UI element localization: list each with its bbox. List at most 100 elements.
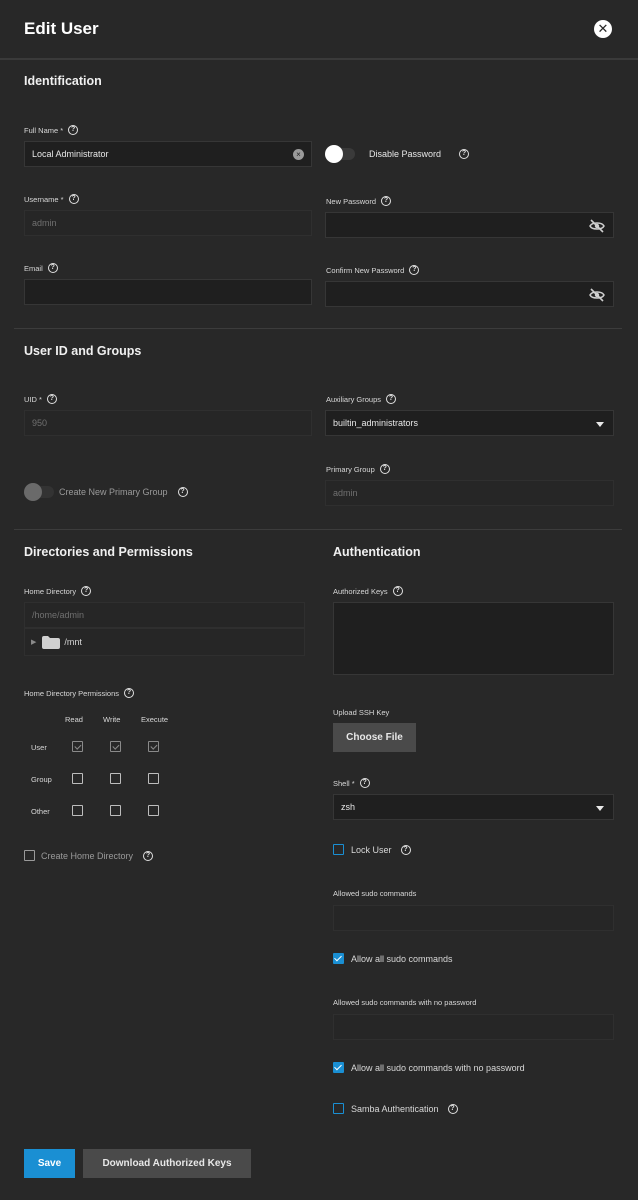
help-icon[interactable]: ? <box>400 844 411 855</box>
help-icon[interactable]: ? <box>359 778 370 788</box>
primary-group-value: admin <box>333 488 358 498</box>
shell-label: Shell *? <box>333 778 370 788</box>
new-password-label: New Password? <box>326 196 392 206</box>
perm-group-execute-checkbox[interactable] <box>148 773 159 784</box>
lock-user-checkbox-row[interactable]: Lock User ? <box>333 844 411 855</box>
toggle-track[interactable] <box>325 145 355 163</box>
new-password-input[interactable] <box>325 212 614 238</box>
save-button[interactable]: Save <box>24 1149 75 1178</box>
help-icon[interactable]: ? <box>379 464 390 474</box>
dialog-title: Edit User <box>24 19 99 38</box>
perm-column-write: Write <box>103 715 121 724</box>
section-title-identification: Identification <box>24 74 102 88</box>
eye-off-icon[interactable] <box>589 288 605 302</box>
toggle-knob <box>325 145 343 163</box>
confirm-password-input[interactable] <box>325 281 614 307</box>
username-input: admin <box>24 210 312 236</box>
sudo-nopass-input <box>333 1014 614 1040</box>
disable-password-toggle[interactable]: Disable Password ? <box>325 145 470 163</box>
create-primary-group-toggle[interactable]: Create New Primary Group ? <box>24 483 188 501</box>
sudo-commands-input <box>333 905 614 931</box>
help-icon[interactable]: ? <box>47 263 58 273</box>
home-dir-input[interactable]: /home/admin <box>24 602 305 628</box>
samba-auth-label: Samba Authentication <box>351 1103 439 1114</box>
download-keys-button[interactable]: Download Authorized Keys <box>83 1149 251 1178</box>
create-home-dir-label: Create Home Directory <box>41 850 134 861</box>
sudo-nopass-label: Allowed sudo commands with no password <box>333 998 477 1007</box>
sudo-commands-label: Allowed sudo commands <box>333 889 417 898</box>
allow-all-sudo-checkbox[interactable] <box>333 953 344 964</box>
help-icon[interactable]: ? <box>386 394 397 404</box>
help-icon[interactable]: ? <box>409 265 420 275</box>
help-icon[interactable]: ? <box>46 394 57 404</box>
chevron-down-icon <box>596 806 604 811</box>
perm-user-write-checkbox[interactable] <box>110 741 121 752</box>
perm-other-write-checkbox[interactable] <box>110 805 121 816</box>
section-title-authentication: Authentication <box>333 545 421 559</box>
create-home-dir-checkbox-row[interactable]: Create Home Directory ? <box>24 850 154 861</box>
full-name-value: Local Administrator <box>32 149 109 159</box>
perm-group-read-checkbox[interactable] <box>72 773 83 784</box>
lock-user-label: Lock User <box>351 844 392 855</box>
full-name-label: Full Name *? <box>24 125 79 135</box>
shell-value: zsh <box>341 802 356 812</box>
help-icon[interactable]: ? <box>392 586 403 596</box>
folder-icon <box>42 635 61 649</box>
perm-user-execute-checkbox[interactable] <box>148 741 159 752</box>
home-dir-value: /home/admin <box>32 610 85 620</box>
section-title-directories: Directories and Permissions <box>24 545 193 559</box>
samba-auth-checkbox[interactable] <box>333 1103 344 1114</box>
perm-other-read-checkbox[interactable] <box>72 805 83 816</box>
help-icon[interactable]: ? <box>68 194 79 204</box>
confirm-password-label: Confirm New Password? <box>326 265 420 275</box>
close-icon[interactable]: ✕ <box>594 20 612 38</box>
samba-auth-checkbox-row[interactable]: Samba Authentication ? <box>333 1103 458 1114</box>
uid-label: UID *? <box>24 394 57 404</box>
email-input[interactable] <box>24 279 312 305</box>
section-title-groups: User ID and Groups <box>24 344 142 358</box>
authorized-keys-label: Authorized Keys? <box>333 586 403 596</box>
allow-all-nopass-checkbox-row[interactable]: Allow all sudo commands with no password <box>333 1062 525 1073</box>
allow-all-sudo-label: Allow all sudo commands <box>351 953 453 964</box>
toggle-track[interactable] <box>24 483 54 501</box>
lock-user-checkbox[interactable] <box>333 844 344 855</box>
help-icon[interactable]: ? <box>381 196 392 206</box>
section-divider <box>14 529 622 530</box>
perms-label: Home Directory Permissions? <box>24 688 135 698</box>
choose-file-button[interactable]: Choose File <box>333 723 416 752</box>
directory-tree[interactable]: ▶ /mnt <box>24 628 305 656</box>
toggle-knob <box>24 483 42 501</box>
perm-user-read-checkbox[interactable] <box>72 741 83 752</box>
tree-item-label: /mnt <box>64 637 82 647</box>
home-dir-label: Home Directory? <box>24 586 92 596</box>
create-home-dir-checkbox[interactable] <box>24 850 35 861</box>
perm-row-other: Other <box>31 807 50 816</box>
expand-arrow-icon[interactable]: ▶ <box>31 638 36 646</box>
allow-all-nopass-label: Allow all sudo commands with no password <box>351 1062 525 1073</box>
eye-off-icon[interactable] <box>589 219 605 233</box>
authorized-keys-textarea[interactable] <box>333 602 614 675</box>
clear-icon[interactable]: × <box>293 149 304 160</box>
help-icon[interactable]: ? <box>177 487 188 497</box>
help-icon[interactable]: ? <box>124 688 135 698</box>
shell-select[interactable]: zsh <box>333 794 614 820</box>
perm-group-write-checkbox[interactable] <box>110 773 121 784</box>
perm-column-read: Read <box>65 715 83 724</box>
username-value: admin <box>32 218 57 228</box>
help-icon[interactable]: ? <box>143 850 154 861</box>
help-icon[interactable]: ? <box>459 149 470 159</box>
perm-other-execute-checkbox[interactable] <box>148 805 159 816</box>
aux-groups-select[interactable]: builtin_administrators <box>325 410 614 436</box>
full-name-input[interactable]: Local Administrator × <box>24 141 312 167</box>
perm-column-execute: Execute <box>141 715 169 724</box>
help-icon[interactable]: ? <box>81 586 92 596</box>
allow-all-sudo-checkbox-row[interactable]: Allow all sudo commands <box>333 953 453 964</box>
chevron-down-icon <box>596 422 604 427</box>
allow-all-nopass-checkbox[interactable] <box>333 1062 344 1073</box>
help-icon[interactable]: ? <box>447 1103 458 1114</box>
help-icon[interactable]: ? <box>68 125 79 135</box>
uid-input: 950 <box>24 410 312 436</box>
uid-value: 950 <box>32 418 48 428</box>
upload-ssh-label: Upload SSH Key <box>333 708 390 717</box>
primary-group-label: Primary Group? <box>326 464 390 474</box>
